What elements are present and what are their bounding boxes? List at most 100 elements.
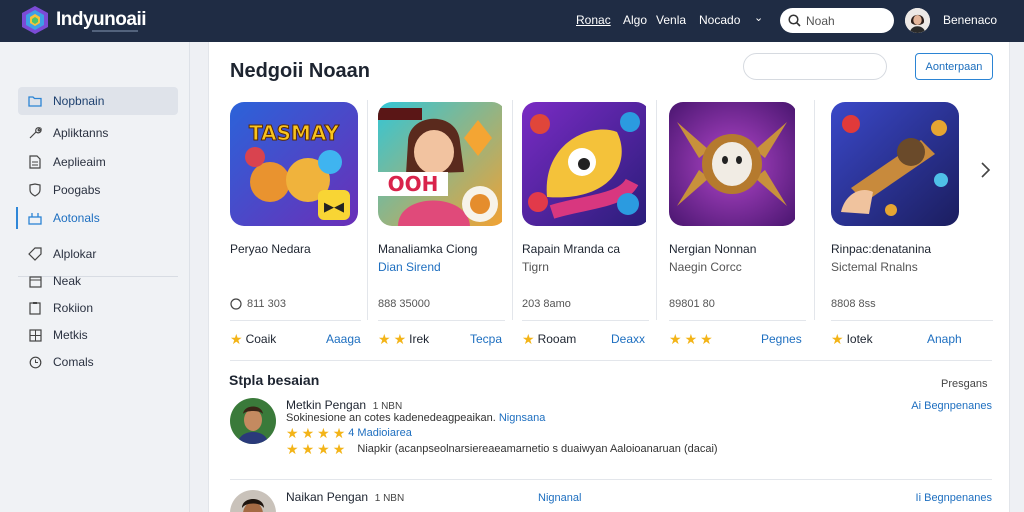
svg-text:TASMAY: TASMAY xyxy=(249,121,339,145)
filter-input[interactable] xyxy=(743,53,887,80)
card-divider xyxy=(512,100,513,320)
app-title[interactable]: Rapain Mranda ca xyxy=(522,242,620,256)
sidebar-item-label: Apliktanns xyxy=(53,126,109,140)
search-input[interactable] xyxy=(806,13,876,28)
page-title: Nedgoii Noaan xyxy=(230,60,371,82)
card-divider xyxy=(367,100,368,320)
section-sort-label[interactable]: Presgans xyxy=(941,378,987,390)
action-button[interactable]: Aonterpaan xyxy=(915,53,993,80)
review-item: Naikan Pengan 1 NBN Nignanal Ii Begnpena… xyxy=(230,490,992,512)
sidebar-item-6[interactable]: Alplokar xyxy=(18,240,178,268)
card-underline xyxy=(378,320,505,321)
app-size: 888 35000 xyxy=(378,298,430,310)
top-bar: Indyunoaii Ronac Algo Venla Nocado ⌄ Ben… xyxy=(0,0,1024,42)
app-thumbnail[interactable]: OOH xyxy=(378,102,506,226)
review-detail: ★ ★ ★ ★ Niapkir (acanpseolnarsiereaeamarnet… xyxy=(286,441,718,457)
sidebar-item-3[interactable]: Aeplieaim xyxy=(18,148,178,176)
sidebar-item-label: Metkis xyxy=(53,328,88,342)
sidebar-item-label: Alplokar xyxy=(53,247,97,261)
app-thumbnail[interactable]: ▶◀ TASMAY xyxy=(230,102,358,226)
app-size: 203 8amo xyxy=(522,298,571,310)
card-underline xyxy=(522,320,649,321)
app-link[interactable]: Deaxx xyxy=(611,332,645,346)
app-title[interactable]: Nergian Nonnan xyxy=(669,242,756,256)
card-underline xyxy=(831,320,993,321)
chart-icon xyxy=(28,211,42,225)
star-icon: ★ xyxy=(669,331,682,347)
sidebar: Nopbnain Apliktanns Aeplieaim Poogabs Ao… xyxy=(0,42,190,512)
sidebar-item-8[interactable]: Rokiion xyxy=(18,294,178,322)
app-link[interactable]: Aaaga xyxy=(326,332,361,346)
review-tag[interactable]: Nignanal xyxy=(538,492,581,504)
star-icon: ★ xyxy=(700,331,713,347)
app-rating: ★ Coaik xyxy=(230,331,277,347)
app-link[interactable]: Anaph xyxy=(927,332,962,346)
star-icon: ★ xyxy=(393,331,407,347)
sidebar-item-9[interactable]: Metkis xyxy=(18,321,178,349)
star-icon: ★ xyxy=(317,425,330,441)
star-icon: ★ xyxy=(317,441,330,457)
star-icon: ★ xyxy=(831,331,844,347)
star-icon: ★ xyxy=(286,441,299,457)
sidebar-item-10[interactable]: Comals xyxy=(18,348,178,376)
sidebar-item-label: Poogabs xyxy=(53,183,101,197)
chevron-right-icon[interactable] xyxy=(977,160,993,180)
app-logo-icon[interactable] xyxy=(20,5,50,35)
app-card[interactable]: Rapain Mranda ca Tigrn 203 8amo ★ Rooam D… xyxy=(522,100,660,346)
star-icon: ★ xyxy=(332,425,346,441)
reviewer-avatar[interactable] xyxy=(230,490,276,512)
nav-link-2[interactable]: Algo xyxy=(623,13,647,27)
nav-link-3[interactable]: Venla xyxy=(656,13,686,27)
card-underline xyxy=(230,320,361,321)
app-thumbnail[interactable] xyxy=(831,102,959,226)
app-rating: ★ Rooam xyxy=(522,331,577,347)
reviewer-avatar[interactable] xyxy=(230,398,276,444)
sidebar-item-4[interactable]: Poogabs xyxy=(18,176,178,204)
review-link[interactable]: Ai Begnpenanes xyxy=(911,400,992,412)
app-card[interactable]: ▶◀ TASMAY Peryao Nedara 811 303 ★ Coaik A… xyxy=(230,100,368,346)
app-rating: ★ Iotek xyxy=(831,331,873,347)
brand-underline xyxy=(92,30,138,32)
sidebar-item-label: Nopbnain xyxy=(53,94,105,108)
section-divider xyxy=(230,360,992,361)
clipboard-icon xyxy=(28,301,42,315)
circle-icon xyxy=(230,298,242,310)
app-link[interactable]: Tecpa xyxy=(470,332,502,346)
reviewer-name: Metkin Pengan 1 NBN xyxy=(286,398,403,412)
sidebar-item-label: Aotonals xyxy=(53,211,100,225)
app-subtitle: Tigrn xyxy=(522,260,549,274)
user-name[interactable]: Benenaco xyxy=(943,13,997,27)
review-meta: 1 NBN xyxy=(374,493,405,504)
nav-link-1[interactable]: Ronac xyxy=(576,13,611,27)
sidebar-item-1[interactable]: Nopbnain xyxy=(18,87,178,115)
sidebar-item-5[interactable]: Aotonals xyxy=(16,204,178,232)
chevron-down-icon[interactable]: ⌄ xyxy=(754,11,763,24)
app-card[interactable]: Rinpac:denatanina Sictemal Rnalns 8808 8… xyxy=(831,100,969,346)
app-thumbnail[interactable] xyxy=(522,102,650,226)
app-title[interactable]: Manaliamka Ciong xyxy=(378,242,477,256)
review-link[interactable]: Ii Begnpenanes xyxy=(916,492,992,504)
svg-text:OOH: OOH xyxy=(388,172,439,196)
sidebar-item-7[interactable]: Neak xyxy=(18,267,178,295)
app-thumbnail[interactable] xyxy=(669,102,797,226)
app-subtitle[interactable]: Dian Sirend xyxy=(378,260,441,274)
star-icon: ★ xyxy=(286,425,299,441)
search-box[interactable] xyxy=(780,8,894,33)
app-card[interactable]: OOH Manaliamka Ciong Dian Sirend 888 350… xyxy=(378,100,516,346)
brand-name[interactable]: Indyunoaii xyxy=(56,9,147,31)
nav-link-4[interactable]: Nocado xyxy=(699,13,740,27)
main-panel: Nedgoii Noaan Aonterpaan ▶◀ TASMAY Perya… xyxy=(208,42,1010,512)
user-avatar[interactable] xyxy=(905,8,930,33)
review-tag[interactable]: Nignsana xyxy=(499,412,545,424)
review-item: Metkin Pengan 1 NBN Sokinesione an cotes… xyxy=(230,398,992,468)
app-link[interactable]: Pegnes xyxy=(761,332,802,346)
app-subtitle: Sictemal Rnalns xyxy=(831,260,918,274)
svg-text:▶◀: ▶◀ xyxy=(324,200,344,215)
review-meta: 1 NBN xyxy=(372,401,403,412)
sidebar-item-2[interactable]: Apliktanns xyxy=(18,119,178,147)
app-title[interactable]: Rinpac:denatanina xyxy=(831,242,931,256)
sidebar-item-label: Rokiion xyxy=(53,301,94,315)
star-icon: ★ xyxy=(378,331,391,347)
app-title[interactable]: Peryao Nedara xyxy=(230,242,311,256)
app-card[interactable]: Nergian Nonnan Naegin Corcc 89801 80 ★ ★ ★… xyxy=(669,100,807,346)
